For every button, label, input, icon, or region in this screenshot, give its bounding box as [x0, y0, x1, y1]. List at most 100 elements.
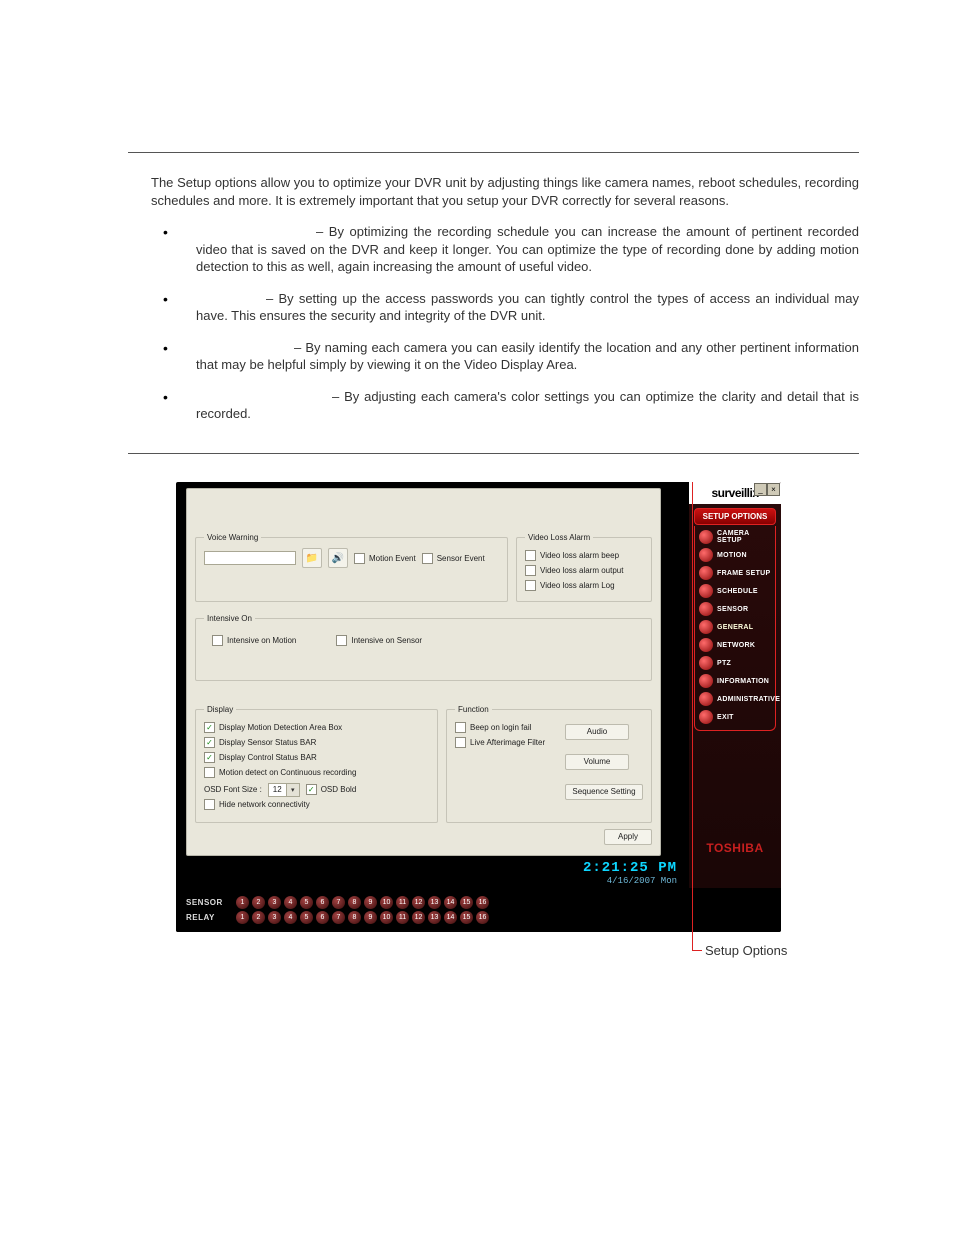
motion-event-checkbox[interactable]: Motion Event — [354, 553, 416, 564]
relay-indicator[interactable]: 3 — [268, 911, 281, 924]
relay-indicator[interactable]: 5 — [300, 911, 313, 924]
video-loss-alarm-group: Video Loss Alarm Video loss alarm beep V… — [516, 533, 652, 602]
setup-menu: CAMERA SETUP MOTION FRAME SETUP SCHEDULE… — [694, 526, 776, 731]
sequence-setting-button[interactable]: Sequence Setting — [565, 784, 643, 800]
relay-indicator[interactable]: 10 — [380, 911, 393, 924]
administrative-icon — [699, 692, 713, 706]
sensor-indicator[interactable]: 4 — [284, 896, 297, 909]
disp-mdab-checkbox[interactable]: Display Motion Detection Area Box — [204, 722, 342, 733]
sensor-label: SENSOR — [186, 898, 230, 907]
relay-indicator[interactable]: 12 — [412, 911, 425, 924]
sensor-indicator[interactable]: 16 — [476, 896, 489, 909]
relay-indicator[interactable]: 15 — [460, 911, 473, 924]
sensor-indicator[interactable]: 10 — [380, 896, 393, 909]
relay-indicator[interactable]: 11 — [396, 911, 409, 924]
sensor-event-checkbox[interactable]: Sensor Event — [422, 553, 485, 564]
beep-loginfail-checkbox[interactable]: Beep on login fail — [455, 722, 531, 733]
intensive-sensor-checkbox[interactable]: Intensive on Sensor — [336, 635, 422, 646]
menu-label: INFORMATION — [717, 678, 769, 685]
chk-label: Display Sensor Status BAR — [219, 738, 316, 747]
general-icon — [699, 620, 713, 634]
menu-frame-setup[interactable]: FRAME SETUP — [695, 564, 775, 582]
sensor-indicator[interactable]: 7 — [332, 896, 345, 909]
sensor-indicator[interactable]: 13 — [428, 896, 441, 909]
sensor-indicator[interactable]: 5 — [300, 896, 313, 909]
osd-fontsize-label: OSD Font Size : — [204, 785, 262, 794]
volume-button[interactable]: Volume — [565, 754, 629, 770]
sensor-indicator[interactable]: 1 — [236, 896, 249, 909]
osd-fontsize-dropdown[interactable]: 12 ▾ — [268, 783, 300, 797]
information-icon — [699, 674, 713, 688]
relay-indicator[interactable]: 2 — [252, 911, 265, 924]
menu-label: SCHEDULE — [717, 588, 758, 595]
menu-sensor[interactable]: SENSOR — [695, 600, 775, 618]
relay-indicator[interactable]: 13 — [428, 911, 441, 924]
menu-exit[interactable]: EXIT — [695, 708, 775, 726]
status-bars: SENSOR 1 2 3 4 5 6 7 8 9 10 11 — [176, 888, 781, 932]
sensor-indicator[interactable]: 3 — [268, 896, 281, 909]
voice-warning-legend: Voice Warning — [204, 533, 261, 542]
sensor-indicator[interactable]: 11 — [396, 896, 409, 909]
callout-line — [692, 482, 694, 950]
disp-csbar-checkbox[interactable]: Display Control Status BAR — [204, 752, 317, 763]
close-icon[interactable]: × — [767, 483, 780, 496]
relay-indicator[interactable]: 16 — [476, 911, 489, 924]
vloss-beep-checkbox[interactable]: Video loss alarm beep — [525, 550, 619, 561]
sensor-indicator[interactable]: 2 — [252, 896, 265, 909]
relay-indicator[interactable]: 4 — [284, 911, 297, 924]
sensor-indicator[interactable]: 9 — [364, 896, 377, 909]
callout-line-horiz — [692, 950, 702, 951]
relay-indicator[interactable]: 7 — [332, 911, 345, 924]
camera-icon — [699, 530, 713, 544]
chk-label: Motion Event — [369, 554, 416, 563]
vloss-output-checkbox[interactable]: Video loss alarm output — [525, 565, 623, 576]
audio-button[interactable]: Audio — [565, 724, 629, 740]
menu-information[interactable]: INFORMATION — [695, 672, 775, 690]
bullet-naming: – By naming each camera you can easily i… — [151, 339, 859, 374]
relay-indicators: 1 2 3 4 5 6 7 8 9 10 11 12 13 — [236, 911, 489, 924]
setup-options-header: SETUP OPTIONS — [694, 508, 776, 525]
menu-general[interactable]: GENERAL — [695, 618, 775, 636]
hide-netconn-checkbox[interactable]: Hide network connectivity — [204, 799, 310, 810]
bullet-color: – By adjusting each camera's color setti… — [151, 388, 859, 423]
bullet-text: – By adjusting each camera's color setti… — [196, 389, 859, 422]
chk-label: OSD Bold — [321, 785, 357, 794]
menu-label: FRAME SETUP — [717, 570, 770, 577]
chk-label: Intensive on Sensor — [351, 636, 422, 645]
vloss-log-checkbox[interactable]: Video loss alarm Log — [525, 580, 615, 591]
schedule-icon — [699, 584, 713, 598]
sensor-indicator[interactable]: 15 — [460, 896, 473, 909]
relay-indicator[interactable]: 8 — [348, 911, 361, 924]
sensor-indicator[interactable]: 14 — [444, 896, 457, 909]
disp-ssbar-checkbox[interactable]: Display Sensor Status BAR — [204, 737, 316, 748]
voice-warning-group: Voice Warning 📁 🔊 Motion Event Sensor Ev… — [195, 533, 508, 602]
relay-indicator[interactable]: 6 — [316, 911, 329, 924]
menu-network[interactable]: NETWORK — [695, 636, 775, 654]
sensor-indicator[interactable]: 12 — [412, 896, 425, 909]
relay-indicator[interactable]: 9 — [364, 911, 377, 924]
menu-camera-setup[interactable]: CAMERA SETUP — [695, 528, 775, 546]
sensor-indicator[interactable]: 8 — [348, 896, 361, 909]
md-contrec-checkbox[interactable]: Motion detect on Continuous recording — [204, 767, 356, 778]
intensive-motion-checkbox[interactable]: Intensive on Motion — [212, 635, 296, 646]
osd-bold-checkbox[interactable]: OSD Bold — [306, 784, 357, 795]
browse-folder-icon[interactable]: 📁 — [302, 548, 322, 568]
toshiba-logo: TOSHIBA — [689, 841, 781, 855]
live-afterimage-checkbox[interactable]: Live Afterimage Filter — [455, 737, 545, 748]
menu-schedule[interactable]: SCHEDULE — [695, 582, 775, 600]
menu-ptz[interactable]: PTZ — [695, 654, 775, 672]
relay-indicator[interactable]: 1 — [236, 911, 249, 924]
voice-warning-path-input[interactable] — [204, 551, 296, 565]
chk-label: Video loss alarm output — [540, 566, 623, 575]
menu-motion[interactable]: MOTION — [695, 546, 775, 564]
apply-button[interactable]: Apply — [604, 829, 652, 845]
minimize-icon[interactable]: _ — [754, 483, 767, 496]
motion-icon — [699, 548, 713, 562]
bullet-text: – By naming each camera you can easily i… — [196, 340, 859, 373]
relay-indicator[interactable]: 14 — [444, 911, 457, 924]
menu-label: NETWORK — [717, 642, 755, 649]
menu-administrative[interactable]: ADMINISTRATIVE — [695, 690, 775, 708]
play-sound-icon[interactable]: 🔊 — [328, 548, 348, 568]
sensor-indicator[interactable]: 6 — [316, 896, 329, 909]
osd-fontsize-value: 12 — [269, 785, 286, 794]
